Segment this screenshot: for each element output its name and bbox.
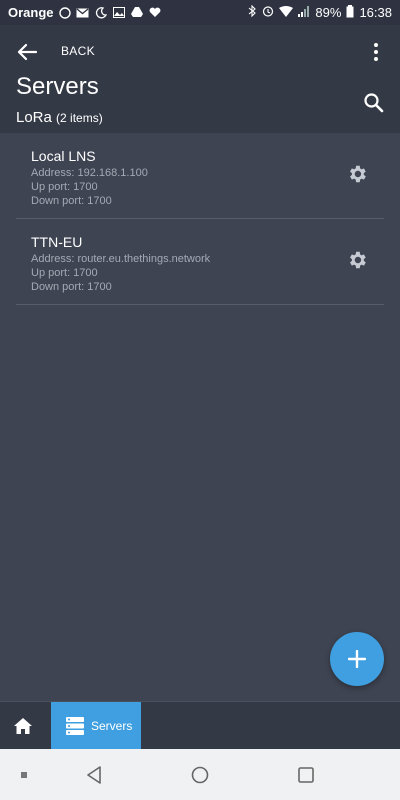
server-down-port: Down port: 1700: [31, 281, 112, 293]
server-address: Address: 192.168.1.100: [31, 167, 148, 179]
page-subtitle: LoRa (2 items): [16, 109, 103, 126]
more-vert-icon[interactable]: [366, 39, 386, 65]
search-icon[interactable]: [362, 91, 386, 115]
back-arrow-icon[interactable]: [14, 39, 40, 65]
clock: 16:38: [359, 5, 392, 20]
wifi-icon: [279, 5, 294, 20]
bluetooth-icon: [248, 4, 257, 20]
plus-icon: [348, 650, 366, 668]
server-list: Local LNS Address: 192.168.1.100 Up port…: [16, 133, 384, 305]
subtitle-group: LoRa: [16, 109, 52, 126]
server-down-port: Down port: 1700: [31, 195, 112, 207]
system-status: 89% 16:38: [248, 4, 392, 21]
home-icon: [14, 718, 32, 734]
nav-home-icon[interactable]: [188, 749, 212, 800]
list-item[interactable]: TTN-EU Address: router.eu.thethings.netw…: [16, 219, 384, 305]
menu-dot-icon[interactable]: [14, 749, 34, 800]
alarm-icon: [262, 5, 274, 20]
list-item[interactable]: Local LNS Address: 192.168.1.100 Up port…: [16, 133, 384, 219]
heart-icon: [148, 7, 162, 19]
server-address: Address: router.eu.thethings.network: [31, 253, 211, 265]
server-name: TTN-EU: [31, 234, 83, 250]
app-bar: BACK Servers LoRa (2 items): [0, 25, 400, 133]
image-icon: [112, 7, 126, 19]
signal-icon: [298, 5, 310, 20]
battery-percent: 89%: [315, 5, 342, 20]
back-button[interactable]: BACK: [61, 44, 95, 58]
servers-tab-label: Servers: [91, 719, 133, 733]
nav-back-icon[interactable]: [82, 749, 106, 800]
whatsapp-icon: [58, 6, 72, 19]
moon-icon: [94, 6, 108, 19]
status-bar: Orange 89% 16:38: [0, 0, 400, 25]
home-tab[interactable]: [0, 702, 46, 750]
bottom-nav: Servers: [0, 701, 400, 750]
servers-tab[interactable]: Servers: [51, 702, 141, 750]
battery-icon: [346, 4, 354, 21]
server-up-port: Up port: 1700: [31, 181, 98, 193]
subtitle-count: (2 items): [56, 111, 103, 125]
gear-icon[interactable]: [346, 163, 368, 185]
gmail-icon: [76, 7, 90, 19]
drive-icon: [130, 7, 144, 19]
server-name: Local LNS: [31, 148, 96, 164]
carrier-label: Orange: [8, 5, 54, 20]
gear-icon[interactable]: [346, 249, 368, 271]
servers-icon: [66, 717, 84, 735]
notification-icons: [58, 6, 162, 19]
nav-recents-icon[interactable]: [294, 749, 318, 800]
add-server-button[interactable]: [330, 632, 384, 686]
page-title: Servers: [16, 73, 99, 100]
system-nav-bar: [0, 749, 400, 800]
server-up-port: Up port: 1700: [31, 267, 98, 279]
